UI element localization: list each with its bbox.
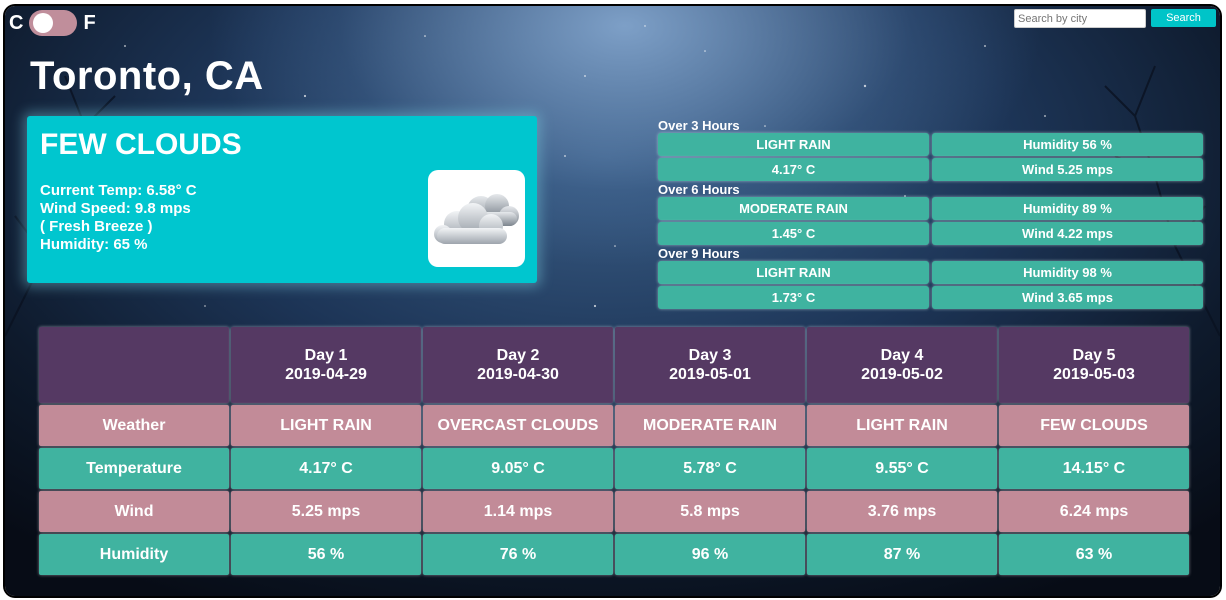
humidity-cell: 56 % xyxy=(231,534,421,575)
day-header: Day 2 2019-04-30 xyxy=(423,327,613,403)
five-day-forecast-table: Day 1 2019-04-29 Day 2 2019-04-30 Day 3 … xyxy=(39,327,1191,575)
day-name: Day 2 xyxy=(496,347,540,364)
humidity-cell: 76 % xyxy=(423,534,613,575)
row-label-humidity: Humidity xyxy=(39,534,229,575)
day-name: Day 1 xyxy=(304,347,348,364)
wind-cell: 1.14 mps xyxy=(423,491,613,532)
app-frame: C F Search Toronto, CA FEW CLOUDS Curren… xyxy=(5,6,1220,596)
fahrenheit-label: F xyxy=(83,11,96,34)
day-date: 2019-04-30 xyxy=(477,366,559,383)
current-weather-card: FEW CLOUDS Current Temp: 6.58° C Wind Sp… xyxy=(27,116,537,283)
city-title: Toronto, CA xyxy=(30,54,264,98)
wind-cell: 3.76 mps xyxy=(807,491,997,532)
row-label-weather: Weather xyxy=(39,405,229,446)
day-header: Day 1 2019-04-29 xyxy=(231,327,421,403)
hour-wind: Wind 5.25 mps xyxy=(932,158,1203,181)
hour-block: Over 6 Hours MODERATE RAIN Humidity 89 %… xyxy=(658,182,1204,245)
hour-humidity: Humidity 56 % xyxy=(932,133,1203,156)
humidity-cell: 87 % xyxy=(807,534,997,575)
hour-wind: Wind 3.65 mps xyxy=(932,286,1203,309)
celsius-label: C xyxy=(9,11,24,34)
hour-temp: 1.73° C xyxy=(658,286,929,309)
weather-cell: LIGHT RAIN xyxy=(807,405,997,446)
day-name: Day 5 xyxy=(1072,347,1116,364)
day-header: Day 3 2019-05-01 xyxy=(615,327,805,403)
current-details: Current Temp: 6.58° C Wind Speed: 9.8 mp… xyxy=(40,182,197,254)
hour-condition: LIGHT RAIN xyxy=(658,133,929,156)
current-wind-description: ( Fresh Breeze ) xyxy=(40,218,153,235)
day-date: 2019-05-01 xyxy=(669,366,751,383)
hourly-forecast: Over 3 Hours LIGHT RAIN Humidity 56 % 4.… xyxy=(658,118,1204,310)
day-header: Day 4 2019-05-02 xyxy=(807,327,997,403)
humidity-cell: 96 % xyxy=(615,534,805,575)
hour-label: Over 3 Hours xyxy=(658,118,740,133)
hour-wind: Wind 4.22 mps xyxy=(932,222,1203,245)
hour-block: Over 9 Hours LIGHT RAIN Humidity 98 % 1.… xyxy=(658,246,1204,309)
table-corner xyxy=(39,327,229,403)
weather-cell: OVERCAST CLOUDS xyxy=(423,405,613,446)
hour-label: Over 9 Hours xyxy=(658,246,740,261)
hour-block: Over 3 Hours LIGHT RAIN Humidity 56 % 4.… xyxy=(658,118,1204,181)
current-temp: Current Temp: 6.58° C xyxy=(40,182,197,199)
weather-cell: FEW CLOUDS xyxy=(999,405,1189,446)
day-header: Day 5 2019-05-03 xyxy=(999,327,1189,403)
search-bar: Search xyxy=(1014,9,1216,28)
switch-knob[interactable] xyxy=(33,13,54,33)
temperature-cell: 4.17° C xyxy=(231,448,421,489)
wind-cell: 5.25 mps xyxy=(231,491,421,532)
current-humidity: Humidity: 65 % xyxy=(40,236,148,253)
temperature-cell: 5.78° C xyxy=(615,448,805,489)
day-date: 2019-04-29 xyxy=(285,366,367,383)
temperature-cell: 9.05° C xyxy=(423,448,613,489)
row-label-wind: Wind xyxy=(39,491,229,532)
hour-humidity: Humidity 89 % xyxy=(932,197,1203,220)
day-date: 2019-05-02 xyxy=(861,366,943,383)
unit-toggle: C F xyxy=(9,10,96,36)
hour-condition: MODERATE RAIN xyxy=(658,197,929,220)
day-name: Day 3 xyxy=(688,347,732,364)
weather-cell: MODERATE RAIN xyxy=(615,405,805,446)
temperature-cell: 14.15° C xyxy=(999,448,1189,489)
temperature-cell: 9.55° C xyxy=(807,448,997,489)
hour-condition: LIGHT RAIN xyxy=(658,261,929,284)
day-name: Day 4 xyxy=(880,347,924,364)
few-clouds-icon xyxy=(428,170,525,267)
hour-temp: 1.45° C xyxy=(658,222,929,245)
current-condition: FEW CLOUDS xyxy=(40,128,242,161)
humidity-cell: 63 % xyxy=(999,534,1189,575)
hour-humidity: Humidity 98 % xyxy=(932,261,1203,284)
wind-cell: 5.8 mps xyxy=(615,491,805,532)
row-label-temperature: Temperature xyxy=(39,448,229,489)
search-button[interactable]: Search xyxy=(1151,9,1216,27)
search-input[interactable] xyxy=(1014,9,1146,28)
hour-temp: 4.17° C xyxy=(658,158,929,181)
wind-cell: 6.24 mps xyxy=(999,491,1189,532)
hour-label: Over 6 Hours xyxy=(658,182,740,197)
day-date: 2019-05-03 xyxy=(1053,366,1135,383)
weather-cell: LIGHT RAIN xyxy=(231,405,421,446)
unit-switch[interactable] xyxy=(29,10,78,36)
current-wind: Wind Speed: 9.8 mps xyxy=(40,200,191,217)
